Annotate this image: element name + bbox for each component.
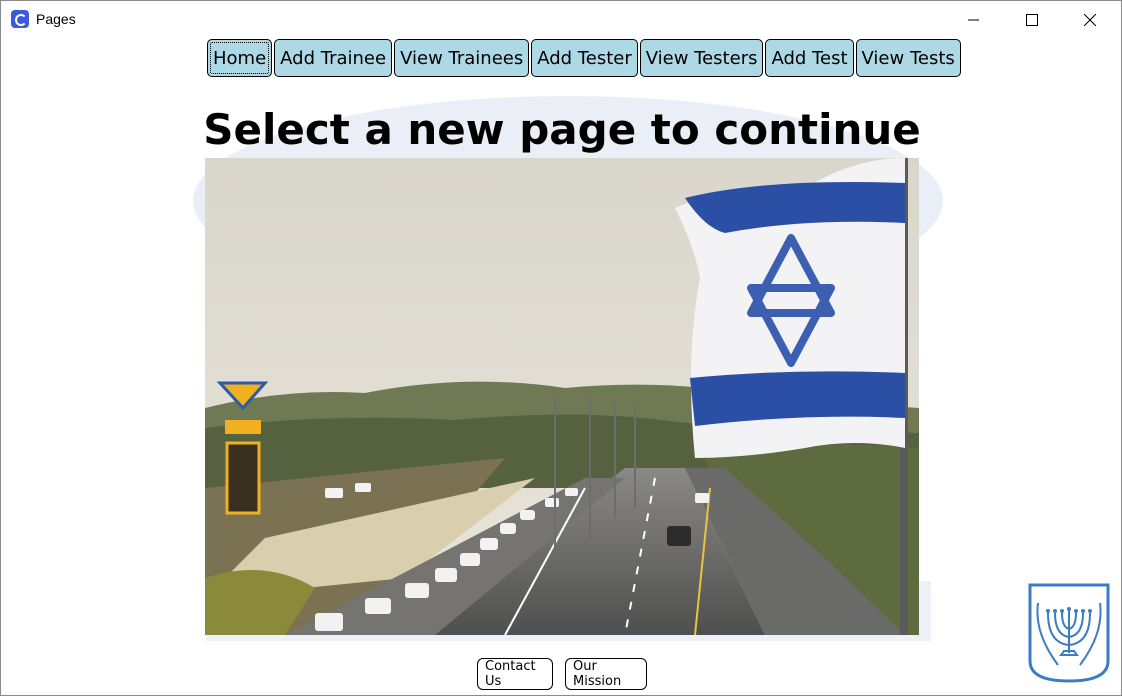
our-mission-button[interactable]: Our Mission xyxy=(565,658,647,690)
minimize-button[interactable] xyxy=(951,1,997,39)
highway-flag-image xyxy=(205,158,919,635)
minimize-icon xyxy=(968,19,979,21)
nav-view-testers-button[interactable]: View Testers xyxy=(639,39,764,77)
nav-add-tester-button[interactable]: Add Tester xyxy=(531,39,638,77)
nav-home-button[interactable]: Home xyxy=(207,39,273,77)
nav-bar: Home Add Trainee View Trainees Add Teste… xyxy=(207,39,961,77)
window-title: Pages xyxy=(36,11,76,27)
nav-add-test-button[interactable]: Add Test xyxy=(765,39,854,77)
app-icon xyxy=(11,10,29,28)
menorah-emblem-icon xyxy=(1028,583,1110,683)
close-icon xyxy=(1084,14,1096,26)
nav-view-tests-button[interactable]: View Tests xyxy=(855,39,961,77)
close-button[interactable] xyxy=(1067,1,1113,39)
maximize-button[interactable] xyxy=(1009,1,1055,39)
maximize-icon xyxy=(1026,14,1038,26)
nav-view-trainees-button[interactable]: View Trainees xyxy=(394,39,530,77)
page-heading: Select a new page to continue xyxy=(203,105,921,154)
title-bar: Pages xyxy=(1,1,1121,39)
contact-us-button[interactable]: Contact Us xyxy=(477,658,553,690)
nav-add-trainee-button[interactable]: Add Trainee xyxy=(274,39,393,77)
app-window: Pages Home Add Trainee View Trainees Add… xyxy=(0,0,1122,696)
